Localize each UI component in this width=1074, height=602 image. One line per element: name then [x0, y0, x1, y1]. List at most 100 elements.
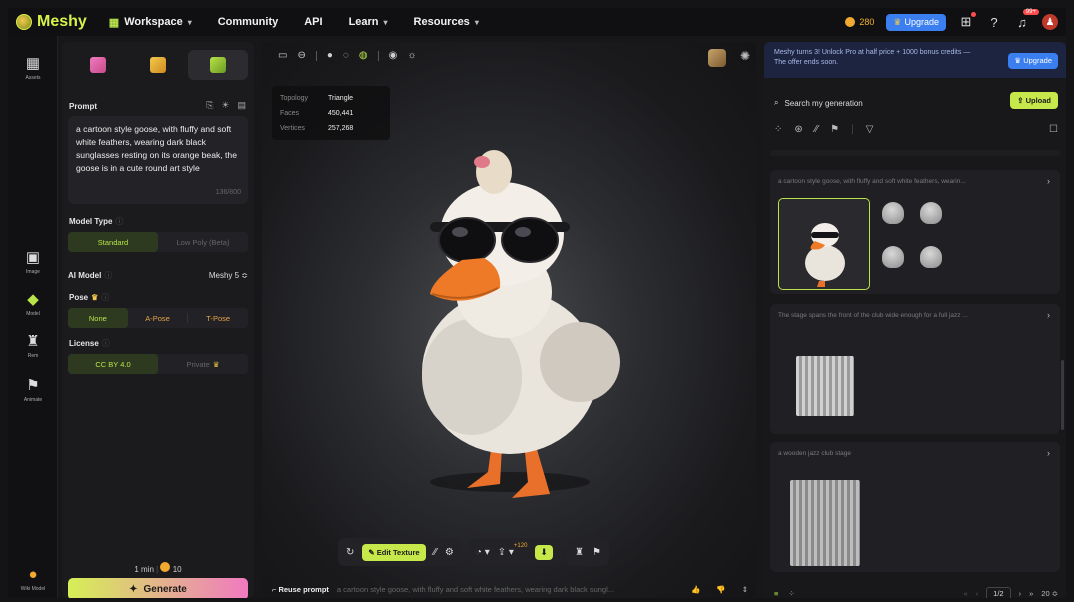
rail-item-animate[interactable]: ⚑ Animate — [8, 376, 58, 403]
avatar[interactable]: ♟ — [1042, 14, 1058, 30]
tab-image-to-3d[interactable] — [128, 50, 188, 80]
thumbs-down-icon[interactable]: 👎 — [716, 585, 725, 594]
shadow — [430, 472, 590, 492]
last-page-icon[interactable]: » — [1029, 589, 1033, 598]
rail-item-rem[interactable]: ♜ Rem — [8, 332, 58, 359]
rig-icon[interactable]: ♜ — [575, 547, 584, 558]
texture-filter-icon[interactable]: ⁄⁄ — [815, 124, 818, 135]
help-icon[interactable]: ? — [986, 14, 1002, 30]
rail-item-assets[interactable]: ▦ Assets — [8, 54, 58, 81]
generate-button[interactable]: ✦ Generate — [68, 578, 248, 598]
prev-page-icon[interactable]: ‹ — [976, 589, 979, 598]
pose-t[interactable]: T-Pose — [188, 308, 248, 328]
history-icon[interactable]: ▤ — [237, 100, 246, 111]
promo-upgrade-button[interactable]: ♛ Upgrade — [1008, 53, 1058, 69]
variant-thumbnail[interactable] — [920, 246, 942, 268]
export-icon[interactable]: ⇪ ▾+120 — [498, 543, 528, 558]
model-type-standard[interactable]: Standard — [68, 232, 158, 252]
promo-upgrade-label: Upgrade — [1023, 56, 1052, 65]
all-icon[interactable]: ⁘ — [774, 124, 782, 135]
credit-balance[interactable]: 280 — [845, 17, 874, 27]
chevron-right-icon[interactable]: › — [1047, 310, 1050, 320]
edit-texture-button[interactable]: ✎ Edit Texture — [362, 543, 426, 561]
nav-label: Workspace — [124, 16, 183, 28]
texture-tools: ↻ ✎ Edit Texture ⁄⁄ ⚙ — [338, 538, 462, 566]
variant-thumbnail[interactable] — [882, 246, 904, 268]
remesh-icon[interactable]: ◔ ▾ — [476, 547, 490, 558]
license-label: License ⓘ — [69, 338, 110, 349]
list-view-icon[interactable]: ≡ — [774, 589, 778, 598]
settings-icon[interactable]: ⚙ — [445, 547, 454, 558]
animate-filter-icon[interactable]: ⚑ — [830, 124, 839, 135]
gift-icon[interactable]: ⊞ — [958, 12, 976, 30]
page-indicator[interactable]: 1/2 — [986, 586, 1011, 598]
license-selector: CC BY 4.0 Private ♛ — [68, 354, 248, 374]
info-icon[interactable]: ⓘ — [102, 339, 110, 348]
pose-label: Pose ♛ ⓘ — [69, 292, 109, 303]
bell-icon[interactable]: ♫ 99+ — [1014, 9, 1039, 30]
animate-icon[interactable]: ⚑ — [592, 547, 601, 558]
expand-icon[interactable]: ⇕ — [742, 585, 748, 594]
selected-thumbnail[interactable] — [778, 198, 870, 290]
per-page-select[interactable]: 20 ≎ — [1041, 589, 1058, 598]
model-type-selector: Standard Low Poly (Beta) — [68, 232, 248, 252]
nav-community[interactable]: Community — [218, 16, 279, 28]
edit-texture-label: Edit Texture — [376, 547, 420, 557]
nav-learn[interactable]: Learn ▾ — [349, 16, 388, 28]
rail-item-model[interactable]: ◆ Model — [8, 290, 58, 317]
lightbulb-icon[interactable]: ☀ — [221, 100, 229, 111]
variant-thumbnail[interactable] — [882, 202, 904, 224]
history-card[interactable]: The stage spans the front of the club wi… — [770, 304, 1060, 434]
license-cc-by[interactable]: CC BY 4.0 — [68, 354, 158, 374]
chevron-down-icon: ▾ — [383, 17, 388, 27]
wiki-model-icon: ● — [28, 566, 38, 583]
rail-item-image[interactable]: ▣ Image — [8, 248, 58, 275]
info-icon[interactable]: ⓘ — [101, 293, 109, 302]
nav-api[interactable]: API — [304, 16, 322, 28]
pose-a[interactable]: A-Pose — [128, 308, 188, 328]
first-page-icon[interactable]: « — [964, 589, 968, 598]
chevron-right-icon[interactable]: › — [1047, 448, 1050, 458]
scrollbar[interactable] — [1061, 360, 1064, 430]
curtain-thumbnail[interactable] — [796, 356, 854, 416]
license-private[interactable]: Private ♛ — [158, 354, 248, 374]
export-tools: ◔ ▾ ⇪ ▾+120 ⬇ — [467, 538, 561, 566]
model-filter-icon[interactable]: ⊛ — [794, 124, 802, 135]
model-type-low-poly[interactable]: Low Poly (Beta) — [158, 232, 248, 252]
chevron-right-icon[interactable]: › — [1047, 176, 1050, 186]
nav-resources[interactable]: Resources ▾ — [414, 16, 479, 28]
search-input[interactable]: Search my generation — [784, 99, 862, 108]
pose-none[interactable]: None — [68, 308, 128, 328]
model-viewport[interactable]: ▭ ⊖ ● ◌ ◍ ◉ ☼ Topology Triangle Faces 450,… — [262, 42, 756, 598]
clipboard-icon[interactable]: ⎘ — [206, 100, 213, 111]
promo-text: Meshy turns 3! Unlock Pro at half price … — [774, 49, 971, 66]
search-generation[interactable]: ⌕ Search my generation — [774, 94, 984, 112]
gift-dot — [971, 12, 976, 17]
rail-item-wiki-model[interactable]: ● Wiki Model — [8, 566, 58, 592]
filter-icon[interactable]: ▽ — [866, 124, 874, 135]
select-icon[interactable]: ☐ — [1049, 124, 1058, 135]
texture-brush-icon[interactable]: ⁄⁄ — [434, 547, 437, 558]
stage-thumbnail[interactable] — [790, 480, 860, 566]
reuse-prompt-button[interactable]: ⌐ Reuse prompt — [272, 585, 329, 594]
image-plus-icon: ▣ — [25, 249, 41, 266]
retexture-icon[interactable]: ↻ — [346, 547, 354, 558]
next-page-icon[interactable]: › — [1019, 589, 1022, 598]
prompt-input[interactable]: a cartoon style goose, with fluffy and s… — [68, 116, 248, 204]
ai-model-row[interactable]: AI Model ⓘ Meshy 5 ≎ — [68, 266, 248, 284]
brand-logo[interactable]: Meshy — [16, 13, 87, 31]
download-button[interactable]: ⬇ — [535, 544, 553, 560]
thumbs-up-icon[interactable]: 👍 — [691, 585, 700, 594]
nav-workspace[interactable]: ▦ Workspace ▾ — [109, 16, 192, 29]
ai-model-select[interactable]: Meshy 5 ≎ — [209, 271, 248, 280]
tab-text-to-3d[interactable] — [68, 50, 128, 80]
tab-multi-view[interactable] — [188, 50, 248, 80]
pagination: « ‹ 1/2 › » 20 ≎ — [964, 586, 1058, 598]
info-icon[interactable]: ⓘ — [115, 217, 123, 226]
history-card[interactable]: a wooden jazz club stage › — [770, 442, 1060, 572]
upgrade-button[interactable]: ♛ Upgrade — [886, 13, 946, 31]
grid-view-icon[interactable]: ⁘ — [788, 589, 794, 598]
upload-button[interactable]: ⇪ Upload — [1010, 92, 1058, 109]
history-card[interactable]: a cartoon style goose, with fluffy and s… — [770, 170, 1060, 294]
variant-thumbnail[interactable] — [920, 202, 942, 224]
